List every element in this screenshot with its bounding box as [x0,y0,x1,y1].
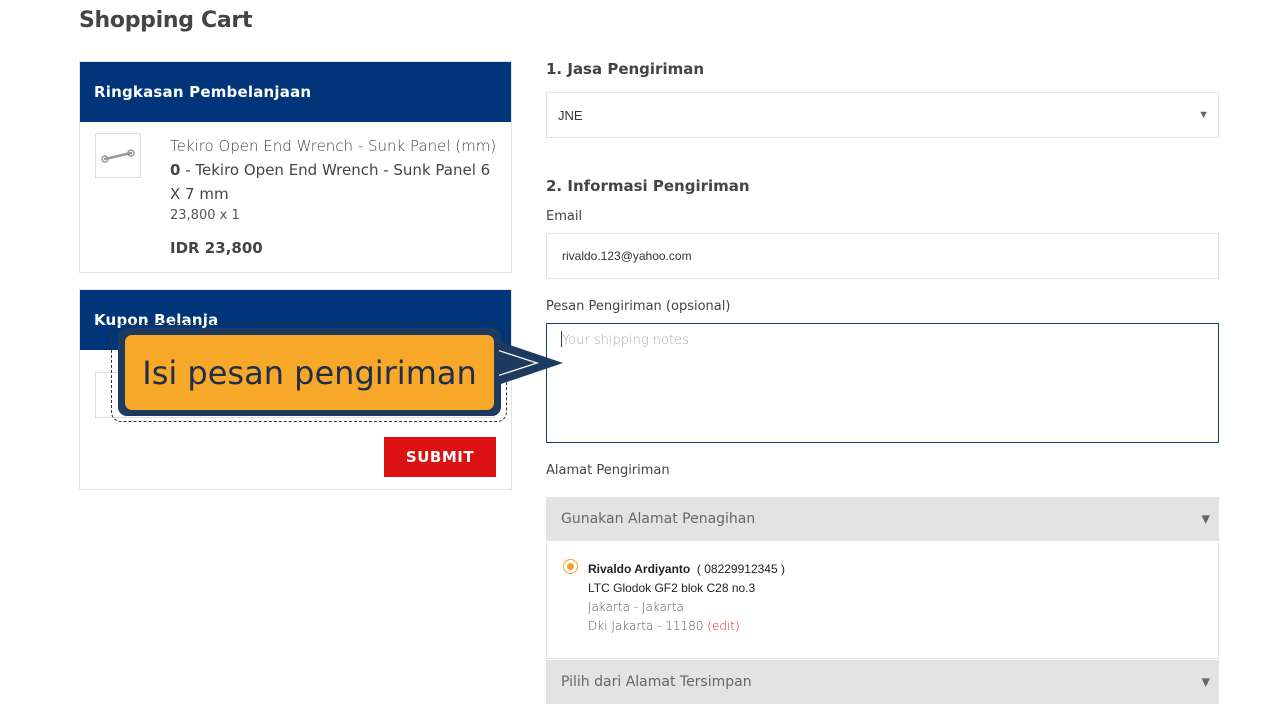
notes-label: Pesan Pengiriman (opsional) [546,299,731,314]
product-variant: 0 - Tekiro Open End Wrench - Sunk Panel … [170,158,497,206]
text-cursor [561,331,562,347]
address-details: Rivaldo Ardiyanto ( 08229912345 ) LTC Gl… [588,560,785,636]
product-price: IDR 23,800 [170,239,263,257]
chevron-down-icon: ▼ [1201,512,1210,526]
email-label: Email [546,209,583,224]
courier-section-title: 1. Jasa Pengiriman [546,60,705,78]
product-qty: 23,800 x 1 [170,208,240,223]
address-radio[interactable] [563,559,578,574]
variant-name: - Tekiro Open End Wrench - Sunk Panel 6 … [170,161,491,203]
page-title: Shopping Cart [79,8,253,33]
recipient-phone: ( 08229912345 ) [696,562,785,576]
address-province-zip: Dki Jakarta - 11180 [588,619,704,633]
shipping-info-title: 2. Informasi Pengiriman [546,177,750,195]
saved-address-label: Pilih dari Alamat Tersimpan [561,674,752,690]
product-thumbnail[interactable] [95,133,141,178]
order-summary-header: Ringkasan Pembelanjaan [80,62,511,122]
saved-address-select[interactable]: Pilih dari Alamat Tersimpan ▼ [546,660,1219,704]
billing-address-label: Gunakan Alamat Penagihan [561,511,756,527]
address-street: LTC Glodok GF2 blok C28 no.3 [588,581,756,595]
recipient-name: Rivaldo Ardiyanto [588,562,691,576]
cart-item: Tekiro Open End Wrench - Sunk Panel (mm)… [80,122,511,272]
address-card: Rivaldo Ardiyanto ( 08229912345 ) LTC Gl… [546,542,1219,659]
edit-address-link[interactable]: (edit) [707,619,739,633]
billing-address-select[interactable]: Gunakan Alamat Penagihan ▼ [546,497,1219,541]
submit-coupon-button[interactable]: SUBMIT [384,437,496,477]
callout-label: Isi pesan pengiriman [125,335,494,410]
email-field[interactable]: rivaldo.123@yahoo.com [546,233,1219,279]
courier-value: JNE [558,107,583,123]
shipping-notes-textarea[interactable]: Your shipping notes [546,323,1219,443]
product-name[interactable]: Tekiro Open End Wrench - Sunk Panel (mm) [170,134,497,158]
order-summary-panel: Ringkasan Pembelanjaan Tekiro Open End W… [79,61,512,273]
chevron-down-icon: ▼ [1201,675,1210,689]
chevron-down-icon: ▼ [1198,109,1209,121]
wrench-icon [101,148,135,163]
address-label: Alamat Pengiriman [546,463,670,478]
address-city: Jakarta - Jakarta [588,600,684,614]
variant-qty: 0 [170,161,181,179]
courier-select[interactable]: JNE ▼ [546,92,1219,138]
